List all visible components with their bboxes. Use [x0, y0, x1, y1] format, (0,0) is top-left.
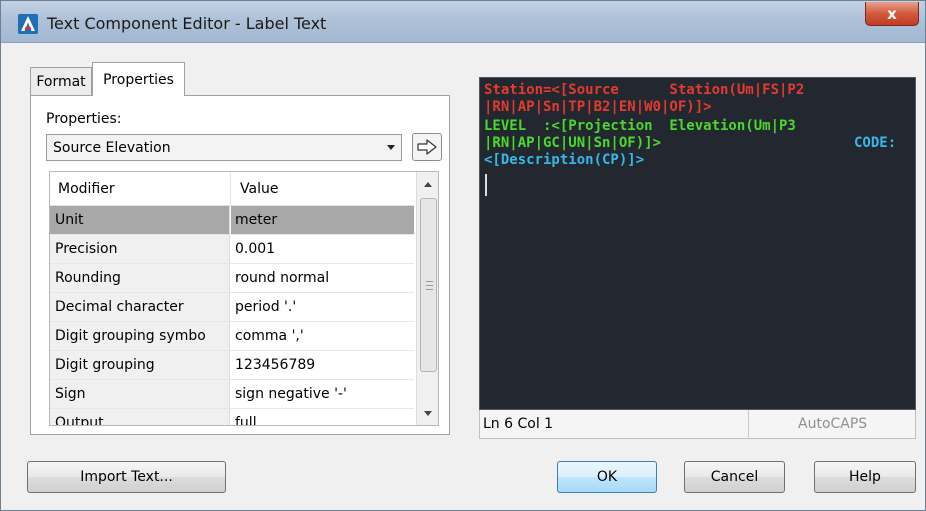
grip-icon — [426, 281, 433, 290]
editor-line-4: |RN|AP|GC|UN|Sn|OF)]> — [484, 135, 771, 151]
modifier-cell: Precision — [50, 235, 230, 263]
ok-label: OK — [596, 469, 618, 485]
cursor-position: Ln 6 Col 1 — [483, 416, 554, 432]
tab-format-label: Format — [36, 73, 86, 90]
scroll-thumb[interactable] — [420, 198, 437, 372]
close-button[interactable]: x — [865, 2, 919, 26]
grid-row-decimal-character[interactable]: Decimal character period '.' — [50, 293, 414, 322]
grid-row-digit-grouping[interactable]: Digit grouping 123456789 — [50, 351, 414, 380]
scroll-down-arrow-icon[interactable] — [417, 403, 438, 423]
scroll-up-arrow-icon[interactable] — [417, 174, 438, 194]
title-bar[interactable]: Text Component Editor - Label Text x — [1, 1, 925, 43]
modifier-grid: Modifier Value Unit meter Precision 0.00… — [49, 171, 439, 426]
value-cell[interactable]: sign negative '-' — [231, 380, 414, 408]
chevron-down-icon[interactable] — [387, 145, 395, 150]
label-text-editor[interactable]: Station=<[Source Station(Um|FS|P2 |RN|AP… — [479, 77, 916, 410]
property-select[interactable]: Source Elevation — [46, 134, 402, 161]
grid-row-unit[interactable]: Unit meter — [50, 206, 414, 235]
value-column-header[interactable]: Value — [240, 181, 278, 197]
property-select-value: Source Elevation — [53, 139, 171, 156]
value-cell[interactable]: comma ',' — [231, 322, 414, 350]
grid-header: Modifier Value — [50, 172, 414, 206]
modifier-cell: Sign — [50, 380, 230, 408]
column-divider[interactable] — [230, 172, 231, 206]
grid-scrollbar[interactable] — [416, 172, 438, 425]
modifier-cell: Output — [50, 409, 230, 425]
editor-line-1: Station=<[Source Station(Um|FS|P2 — [484, 82, 805, 98]
value-cell[interactable]: 0.001 — [231, 235, 414, 263]
status-divider — [748, 410, 749, 439]
value-cell[interactable]: full — [231, 409, 414, 425]
tab-properties[interactable]: Properties — [92, 62, 185, 96]
editor-line-2: |RN|AP|Sn|TP|B2|EN|W0|OF)]> — [484, 99, 712, 115]
editor-status-bar: Ln 6 Col 1 AutoCAPS — [479, 410, 916, 439]
editor-code-label: CODE: — [854, 135, 897, 151]
tab-format[interactable]: Format — [30, 67, 92, 95]
modifier-cell: Rounding — [50, 264, 230, 292]
import-text-label: Import Text... — [80, 469, 173, 485]
modifier-cell: Digit grouping symbo — [50, 322, 230, 350]
modifier-cell: Decimal character — [50, 293, 230, 321]
cancel-label: Cancel — [710, 469, 759, 485]
modifier-cell: Digit grouping — [50, 351, 230, 379]
editor-line-5: <[Description(CP)]> — [484, 152, 645, 168]
value-cell[interactable]: round normal — [231, 264, 414, 292]
dialog-window: Text Component Editor - Label Text x For… — [0, 0, 926, 511]
value-cell[interactable]: 123456789 — [231, 351, 414, 379]
autocad-app-icon — [18, 14, 38, 34]
window-title: Text Component Editor - Label Text — [47, 14, 327, 33]
cancel-button[interactable]: Cancel — [684, 461, 785, 493]
tab-properties-label: Properties — [103, 71, 174, 88]
editor-line-3: LEVEL :<[Projection Elevation(Um|P3 — [484, 118, 796, 134]
ok-button[interactable]: OK — [557, 461, 657, 493]
grid-row-precision[interactable]: Precision 0.001 — [50, 235, 414, 264]
grid-row-rounding[interactable]: Rounding round normal — [50, 264, 414, 293]
close-icon: x — [887, 4, 897, 23]
grid-row-digit-grouping-symbol[interactable]: Digit grouping symbo comma ',' — [50, 322, 414, 351]
insert-property-button[interactable] — [412, 133, 442, 161]
import-text-button[interactable]: Import Text... — [27, 461, 226, 493]
grid-row-sign[interactable]: Sign sign negative '-' — [50, 380, 414, 409]
value-cell[interactable]: meter — [231, 206, 414, 234]
arrow-right-icon — [417, 139, 437, 155]
help-label: Help — [849, 469, 881, 485]
help-button[interactable]: Help — [814, 461, 916, 493]
modifier-cell: Unit — [50, 206, 230, 234]
properties-label: Properties: — [46, 111, 122, 127]
modifier-column-header[interactable]: Modifier — [58, 181, 115, 197]
grid-row-output[interactable]: Output full — [50, 409, 414, 425]
autocaps-indicator[interactable]: AutoCAPS — [798, 416, 867, 432]
text-caret — [485, 174, 487, 196]
value-cell[interactable]: period '.' — [231, 293, 414, 321]
